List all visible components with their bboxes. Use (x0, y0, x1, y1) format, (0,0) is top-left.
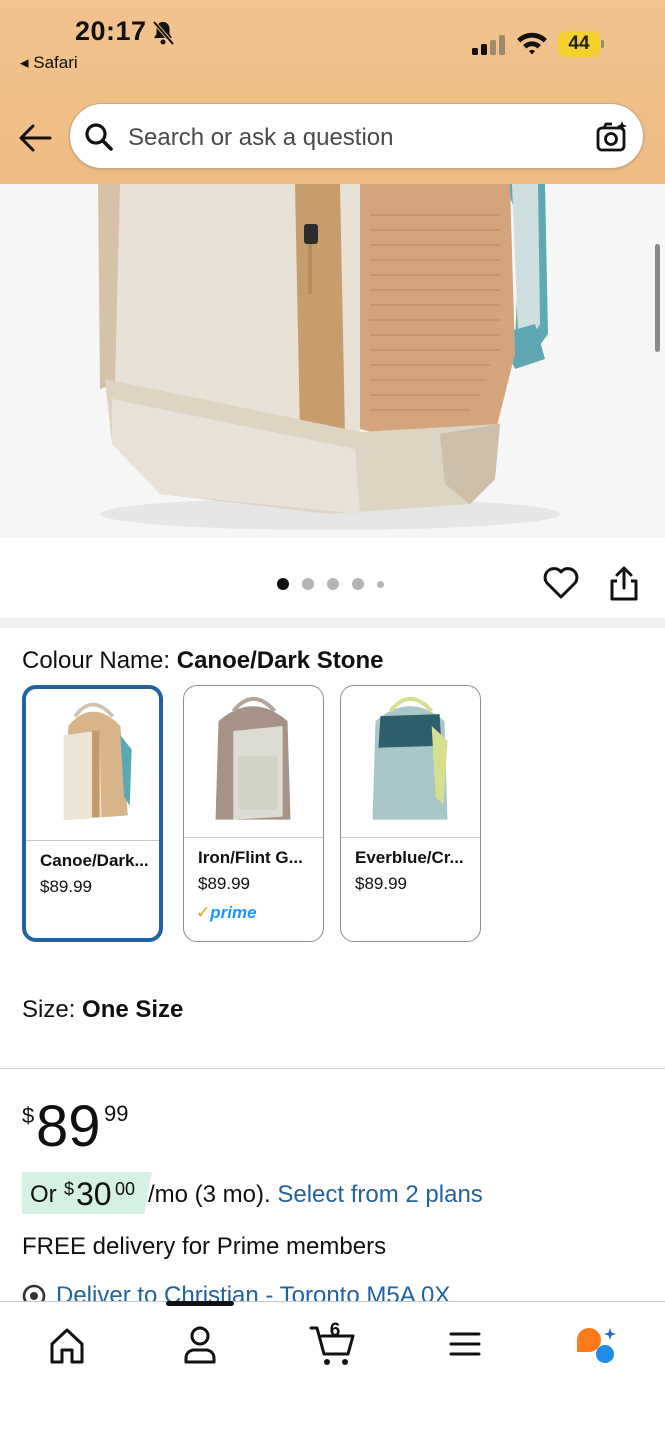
swatch-price: $89.99 (198, 874, 250, 893)
installment-amount: 30 (76, 1176, 112, 1212)
scrollbar[interactable] (655, 244, 660, 352)
swatch-image (184, 696, 323, 838)
installment-currency-symbol: $ (64, 1179, 75, 1199)
battery-indicator: 44 (558, 31, 604, 57)
installment-terms: /mo (3 mo). Select from 2 plans (148, 1181, 483, 1209)
swatch-name: Canoe/Dark... (40, 851, 149, 870)
rufus-assistant-icon[interactable] (572, 1322, 622, 1368)
colour-label: Colour Name: Canoe/Dark Stone (22, 647, 383, 675)
colour-selected-value: Canoe/Dark Stone (176, 647, 384, 674)
search-icon (85, 123, 113, 151)
bell-slash-icon (152, 20, 175, 46)
search-placeholder: Search or ask a question (128, 124, 394, 151)
divider (0, 1068, 665, 1069)
account-icon[interactable] (175, 1322, 225, 1368)
size-label: Size: One Size (22, 996, 183, 1024)
section-separator (0, 618, 665, 628)
cart-count: 6 (329, 1320, 341, 1341)
deliver-to-text: Deliver to Christian - Toronto M5A 0X (56, 1282, 451, 1302)
deliver-to-link[interactable]: Deliver to Christian - Toronto M5A 0X (22, 1282, 662, 1302)
menu-icon[interactable] (440, 1322, 490, 1368)
swatch-image (341, 696, 480, 838)
swatch-price: $89.99 (40, 877, 92, 896)
header-bar: 20:17 ◂ Safari 44 Search or ask a questi… (0, 0, 665, 184)
safari-back-link[interactable]: ◂ Safari (20, 53, 78, 73)
pagination-dot[interactable] (327, 578, 339, 590)
pagination-dot[interactable] (277, 578, 289, 590)
price-currency-symbol: $ (22, 1103, 35, 1128)
heart-icon[interactable] (543, 566, 579, 600)
share-icon[interactable] (608, 566, 640, 602)
back-arrow-icon[interactable] (18, 123, 52, 153)
status-time: 20:17 (75, 16, 147, 46)
swatch-name: Everblue/Cr... (355, 848, 464, 867)
pagination-dot[interactable] (302, 578, 314, 590)
product-image[interactable] (0, 184, 665, 538)
price-fraction: 99 (104, 1101, 129, 1126)
installment-term: /mo (3 mo). (148, 1181, 278, 1208)
pagination-dot[interactable] (352, 578, 364, 590)
home-icon[interactable] (42, 1322, 92, 1368)
pagination-dot[interactable] (377, 581, 384, 588)
battery-level: 44 (568, 33, 590, 54)
price-whole: 89 (36, 1094, 101, 1159)
backpack-image (98, 184, 560, 530)
swatch-image (26, 702, 159, 841)
colour-option-iron[interactable]: Iron/Flint G... $89.99 ✓prime (183, 685, 324, 942)
colour-option-canoe[interactable]: Canoe/Dark... $89.99 (22, 685, 163, 942)
delivery-info: FREE delivery for Prime members (22, 1233, 387, 1260)
swatch-name: Iron/Flint G... (198, 848, 303, 867)
colour-label-text: Colour Name: (22, 647, 177, 674)
select-plans-link[interactable]: Select from 2 plans (277, 1181, 482, 1208)
camera-lens-icon[interactable] (595, 120, 629, 154)
cellular-signal-icon (472, 35, 505, 55)
size-label-text: Size: (22, 996, 83, 1023)
active-tab-indicator (166, 1301, 234, 1306)
location-icon (22, 1284, 46, 1302)
search-input[interactable]: Search or ask a question (69, 103, 644, 169)
cart-button[interactable]: 6 (308, 1320, 358, 1368)
wifi-icon (517, 32, 547, 55)
installment-fraction: 00 (115, 1179, 136, 1199)
prime-badge-text: prime (210, 903, 257, 922)
installment-or: Or (30, 1181, 57, 1208)
prime-badge: ✓prime (196, 903, 257, 923)
size-value: One Size (82, 996, 184, 1023)
swatch-price: $89.99 (355, 874, 407, 893)
prime-check-icon: ✓ (196, 903, 211, 922)
colour-option-everblue[interactable]: Everblue/Cr... $89.99 (340, 685, 481, 942)
